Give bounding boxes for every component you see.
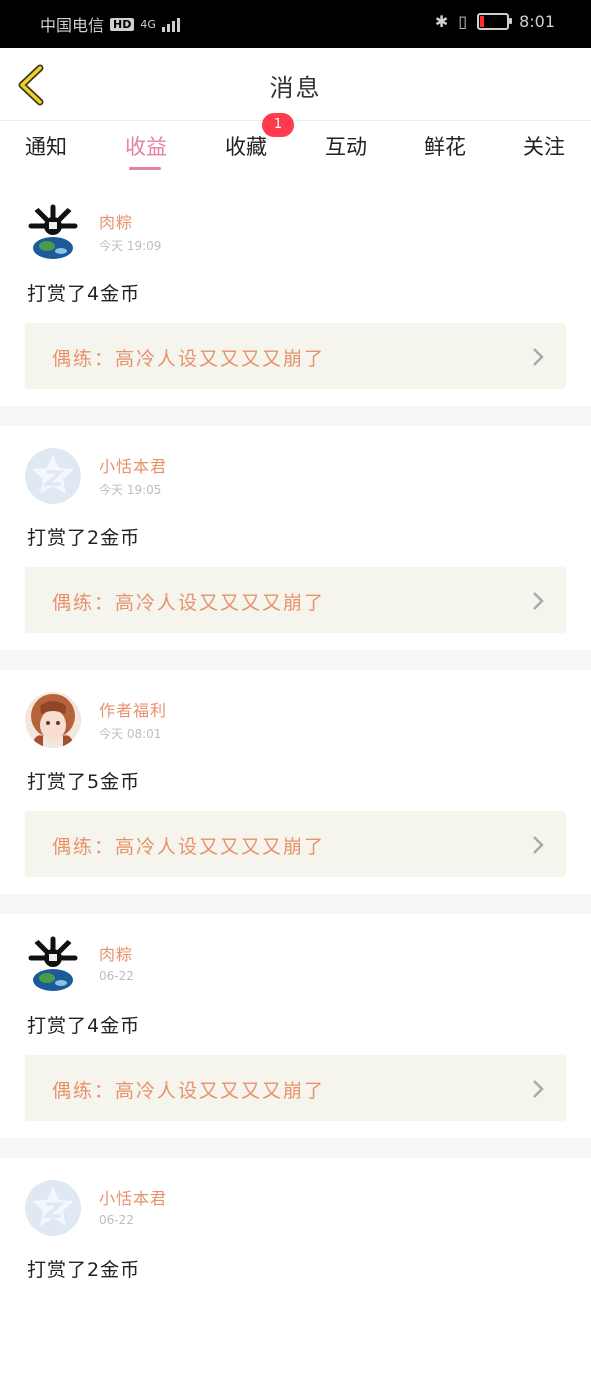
book-title: 偶练：高冷人设又又又又崩了 <box>52 836 326 858</box>
chevron-right-icon <box>533 348 544 366</box>
timestamp: 06-22 <box>99 969 134 983</box>
tab-favorites[interactable]: 收藏 <box>225 131 267 161</box>
book-title: 偶练：高冷人设又又又又崩了 <box>52 592 326 614</box>
divider <box>0 650 591 670</box>
list-item: 肉粽 06-22 打赏了4金币 偶练：高冷人设又又又又崩了 <box>0 914 591 1138</box>
username[interactable]: 作者福利 <box>99 697 167 721</box>
chevron-right-icon <box>533 836 544 854</box>
globe-avatar-icon <box>25 204 81 260</box>
signal-icon <box>161 16 180 32</box>
active-tab-indicator <box>129 167 161 170</box>
book-link[interactable]: 偶练：高冷人设又又又又崩了 <box>25 811 566 877</box>
globe-avatar-icon <box>25 936 81 992</box>
chevron-right-icon <box>533 1080 544 1098</box>
qq-default-avatar-icon <box>25 1180 81 1236</box>
bluetooth-icon: ✱ <box>434 12 449 31</box>
avatar[interactable] <box>25 936 81 992</box>
battery-icon <box>477 13 513 30</box>
clock: 8:01 <box>519 12 555 31</box>
avatar[interactable] <box>25 692 81 748</box>
tab-notifications[interactable]: 通知 <box>25 131 67 161</box>
list-item: 小恬本君 06-22 打赏了2金币 <box>0 1158 591 1382</box>
nav-bar: 消息 <box>0 48 591 121</box>
divider <box>0 894 591 914</box>
reward-text: 打赏了4金币 <box>27 283 141 305</box>
list-item: 小恬本君 今天 19:05 打赏了2金币 偶练：高冷人设又又又又崩了 <box>0 426 591 650</box>
reward-text: 打赏了2金币 <box>27 527 141 549</box>
tab-follows[interactable]: 关注 <box>523 131 565 161</box>
vibrate-icon: ▯ <box>458 12 468 31</box>
avatar[interactable] <box>25 448 81 504</box>
reward-text: 打赏了4金币 <box>27 1015 141 1037</box>
username[interactable]: 肉粽 <box>99 209 133 233</box>
username[interactable]: 小恬本君 <box>99 1185 167 1209</box>
timestamp: 06-22 <box>99 1213 134 1227</box>
timestamp: 今天 19:05 <box>99 483 162 497</box>
book-link[interactable]: 偶练：高冷人设又又又又崩了 <box>25 1055 566 1121</box>
status-bar: 中国电信 HD 4G ✱ ▯ 8:01 <box>0 0 591 48</box>
chevron-right-icon <box>533 592 544 610</box>
username[interactable]: 小恬本君 <box>99 453 167 477</box>
book-title: 偶练：高冷人设又又又又崩了 <box>52 1080 326 1102</box>
book-link[interactable]: 偶练：高冷人设又又又又崩了 <box>25 323 566 389</box>
reward-text: 打赏了5金币 <box>27 771 141 793</box>
carrier-label: 中国电信 <box>40 16 105 35</box>
qq-default-avatar-icon <box>25 448 81 504</box>
page-title: 消息 <box>269 74 322 102</box>
reward-text: 打赏了2金币 <box>27 1259 141 1281</box>
anime-girl-avatar-icon <box>25 692 81 748</box>
tab-earnings[interactable]: 收益 <box>125 131 167 161</box>
book-title: 偶练：高冷人设又又又又崩了 <box>52 348 326 370</box>
avatar[interactable] <box>25 1180 81 1236</box>
divider <box>0 406 591 426</box>
timestamp: 今天 19:09 <box>99 239 162 253</box>
book-link[interactable]: 偶练：高冷人设又又又又崩了 <box>25 567 566 633</box>
hd-icon: HD <box>110 17 135 31</box>
network-type: 4G <box>140 17 156 31</box>
unread-badge: 1 <box>262 113 294 137</box>
list-item: 肉粽 今天 19:09 打赏了4金币 偶练：高冷人设又又又又崩了 <box>0 182 591 406</box>
tab-flowers[interactable]: 鲜花 <box>424 131 466 161</box>
avatar[interactable] <box>25 204 81 260</box>
message-list: 肉粽 今天 19:09 打赏了4金币 偶练：高冷人设又又又又崩了 小恬本君 今天… <box>0 182 591 1382</box>
list-item: 作者福利 今天 08:01 打赏了5金币 偶练：高冷人设又又又又崩了 <box>0 670 591 894</box>
divider <box>0 1138 591 1158</box>
tab-bar: 通知 收益 收藏 互动 鲜花 关注 <box>0 121 591 179</box>
timestamp: 今天 08:01 <box>99 727 162 741</box>
username[interactable]: 肉粽 <box>99 941 133 965</box>
tab-interactions[interactable]: 互动 <box>325 131 367 161</box>
